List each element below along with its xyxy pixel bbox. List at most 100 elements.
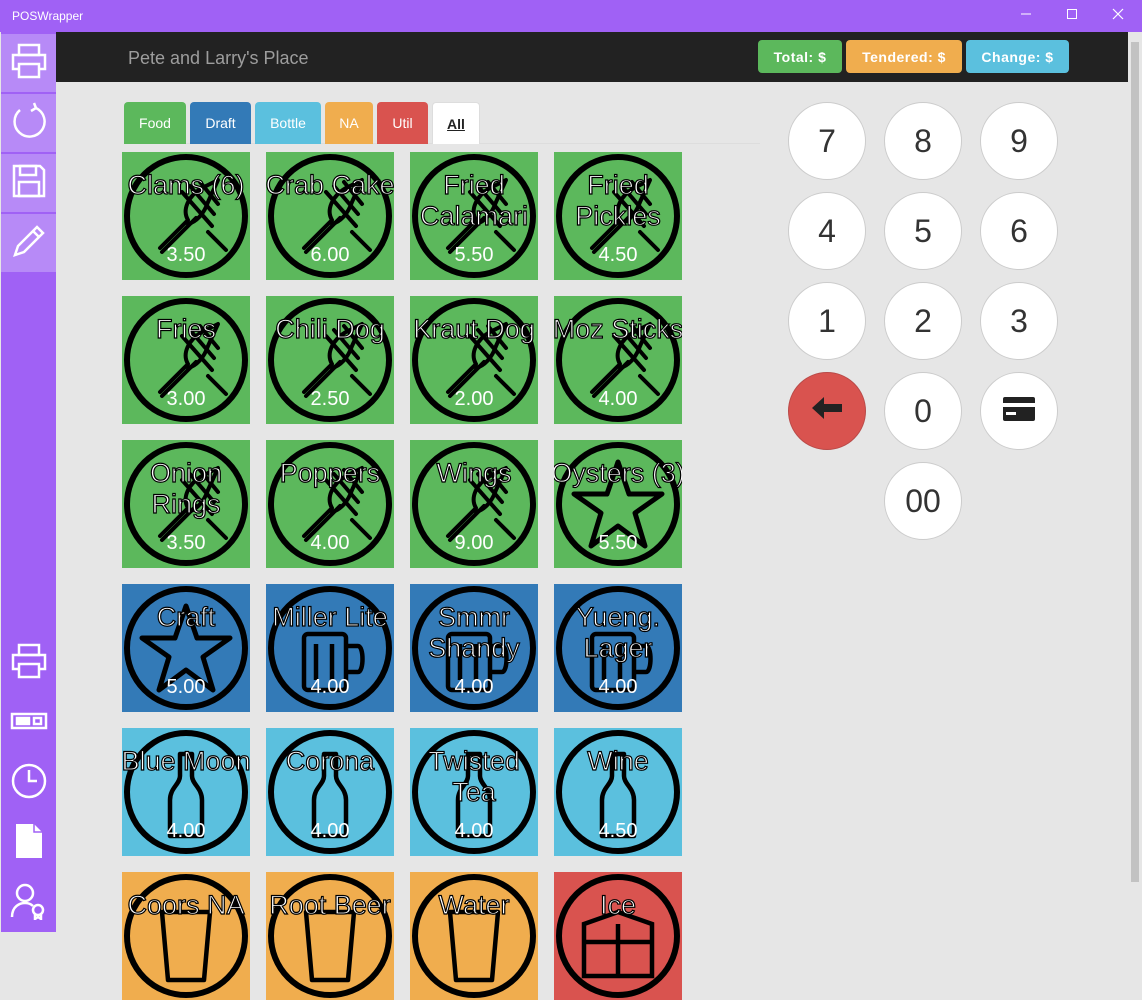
product-fried-calamari[interactable]: Fried Calamari 5.50: [410, 152, 538, 280]
tab-na[interactable]: NA: [325, 102, 373, 144]
keypad-key-5[interactable]: 5: [884, 192, 962, 270]
product-price: 4.50: [598, 244, 638, 266]
tab-food[interactable]: Food: [124, 102, 186, 144]
product-name: Fries: [155, 313, 216, 344]
product-name: Coors NA: [127, 889, 245, 920]
product-name: Corona: [285, 745, 375, 776]
product-root-beer[interactable]: Root Beer: [266, 872, 394, 1000]
user-button[interactable]: [1, 874, 56, 932]
keypad-key-00[interactable]: 00: [884, 462, 962, 540]
product-name: Water: [438, 889, 510, 920]
product-water[interactable]: Water: [410, 872, 538, 1000]
product-name: Kraut Dog: [413, 313, 536, 344]
product-price: 3.00: [166, 388, 206, 410]
save-icon: [10, 162, 48, 205]
product-fries[interactable]: Fries 3.00: [122, 296, 250, 424]
product-moz-sticks[interactable]: Moz Sticks 4.00: [554, 296, 682, 424]
product-chili-dog[interactable]: Chili Dog 2.50: [266, 296, 394, 424]
product-onion-rings[interactable]: Onion Rings 3.50: [122, 440, 250, 568]
close-button[interactable]: [1095, 0, 1141, 32]
keypad-key-3[interactable]: 3: [980, 282, 1058, 360]
product-price: 3.50: [166, 244, 206, 266]
keypad-key-9[interactable]: 9: [980, 102, 1058, 180]
document-icon: [10, 822, 48, 865]
product-kraut-dog[interactable]: Kraut Dog 2.00: [410, 296, 538, 424]
product-craft[interactable]: Craft 5.00: [122, 584, 250, 712]
product-price: 4.00: [454, 676, 494, 698]
product-name: Moz Sticks: [554, 313, 682, 344]
product-name: Fried Pickles: [575, 169, 662, 231]
window-title: POSWrapper: [12, 9, 84, 23]
sidebar: [1, 32, 56, 932]
tab-all[interactable]: All: [432, 102, 480, 144]
product-twisted-tea[interactable]: Twisted Tea 4.00: [410, 728, 538, 856]
keypad-key-6[interactable]: 6: [980, 192, 1058, 270]
cash-drawer-button[interactable]: [1, 694, 56, 752]
scrollbar-thumb[interactable]: [1131, 42, 1139, 882]
print-button[interactable]: [1, 34, 56, 92]
product-name: Craft: [156, 601, 216, 632]
product-miller-lite[interactable]: Miller Lite 4.00: [266, 584, 394, 712]
tab-draft[interactable]: Draft: [190, 102, 251, 144]
keypad-key-4[interactable]: 4: [788, 192, 866, 270]
product-ice[interactable]: Ice: [554, 872, 682, 1000]
minimize-button[interactable]: [1003, 0, 1049, 32]
product-crab-cake[interactable]: Crab Cake 6.00: [266, 152, 394, 280]
clock-icon: [10, 762, 48, 805]
backspace-button[interactable]: [788, 372, 866, 450]
edit-button[interactable]: [1, 214, 56, 272]
change-display: Change: $: [966, 40, 1069, 73]
keypad-key-0[interactable]: 0: [884, 372, 962, 450]
card-payment-button[interactable]: [980, 372, 1058, 450]
keypad-key-1[interactable]: 1: [788, 282, 866, 360]
product-name: Wings: [436, 457, 512, 488]
total-display: Total: $: [758, 40, 842, 73]
product-wine[interactable]: Wine 4.50: [554, 728, 682, 856]
product-name: Blue Moon: [122, 745, 250, 776]
product-price: 4.00: [454, 820, 494, 842]
product-corona[interactable]: Corona 4.00: [266, 728, 394, 856]
tendered-display: Tendered: $: [846, 40, 962, 73]
product-price: 3.50: [166, 532, 206, 554]
product-oysters-3[interactable]: Oysters (3) 5.50: [554, 440, 682, 568]
credit-card-icon: [1002, 393, 1036, 430]
product-fried-pickles[interactable]: Fried Pickles 4.50: [554, 152, 682, 280]
refresh-button[interactable]: [1, 94, 56, 152]
refresh-icon: [10, 102, 48, 145]
product-price: 4.00: [166, 820, 206, 842]
product-price: 4.00: [598, 388, 638, 410]
product-clams-6[interactable]: Clams (6) 3.50: [122, 152, 250, 280]
keypad-key-7[interactable]: 7: [788, 102, 866, 180]
product-blue-moon[interactable]: Blue Moon 4.00: [122, 728, 250, 856]
product-name: Clams (6): [127, 169, 245, 200]
product-coors-na[interactable]: Coors NA: [122, 872, 250, 1000]
minimize-icon: [1020, 7, 1032, 25]
product-name: Ice: [599, 889, 637, 920]
report-button[interactable]: [1, 814, 56, 872]
product-yueng-lager[interactable]: Yueng. Lager 4.00: [554, 584, 682, 712]
tab-bottle[interactable]: Bottle: [255, 102, 321, 144]
product-wings[interactable]: Wings 9.00: [410, 440, 538, 568]
product-price: 4.50: [598, 820, 638, 842]
vertical-scrollbar[interactable]: [1128, 32, 1142, 933]
product-price: 5.50: [454, 244, 494, 266]
product-name: Oysters (3): [554, 457, 682, 488]
product-name: Yueng. Lager: [575, 601, 661, 663]
header-bar: Pete and Larry's Place Total: $ Tendered…: [56, 32, 1128, 82]
product-price: 4.00: [310, 676, 350, 698]
save-button[interactable]: [1, 154, 56, 212]
product-price: 4.00: [598, 676, 638, 698]
user-badge-icon: [10, 882, 48, 925]
product-price: 5.00: [166, 676, 206, 698]
product-price: 6.00: [310, 244, 350, 266]
maximize-button[interactable]: [1049, 0, 1095, 32]
keypad-key-8[interactable]: 8: [884, 102, 962, 180]
tab-util[interactable]: Util: [377, 102, 428, 144]
keypad-key-2[interactable]: 2: [884, 282, 962, 360]
product-smmr-shandy[interactable]: Smmr Shandy 4.00: [410, 584, 538, 712]
print-receipt-button[interactable]: [1, 634, 56, 692]
product-poppers[interactable]: Poppers 4.00: [266, 440, 394, 568]
time-clock-button[interactable]: [1, 754, 56, 812]
backspace-arrow-icon: [810, 393, 844, 430]
cash-drawer-icon: [10, 702, 48, 745]
